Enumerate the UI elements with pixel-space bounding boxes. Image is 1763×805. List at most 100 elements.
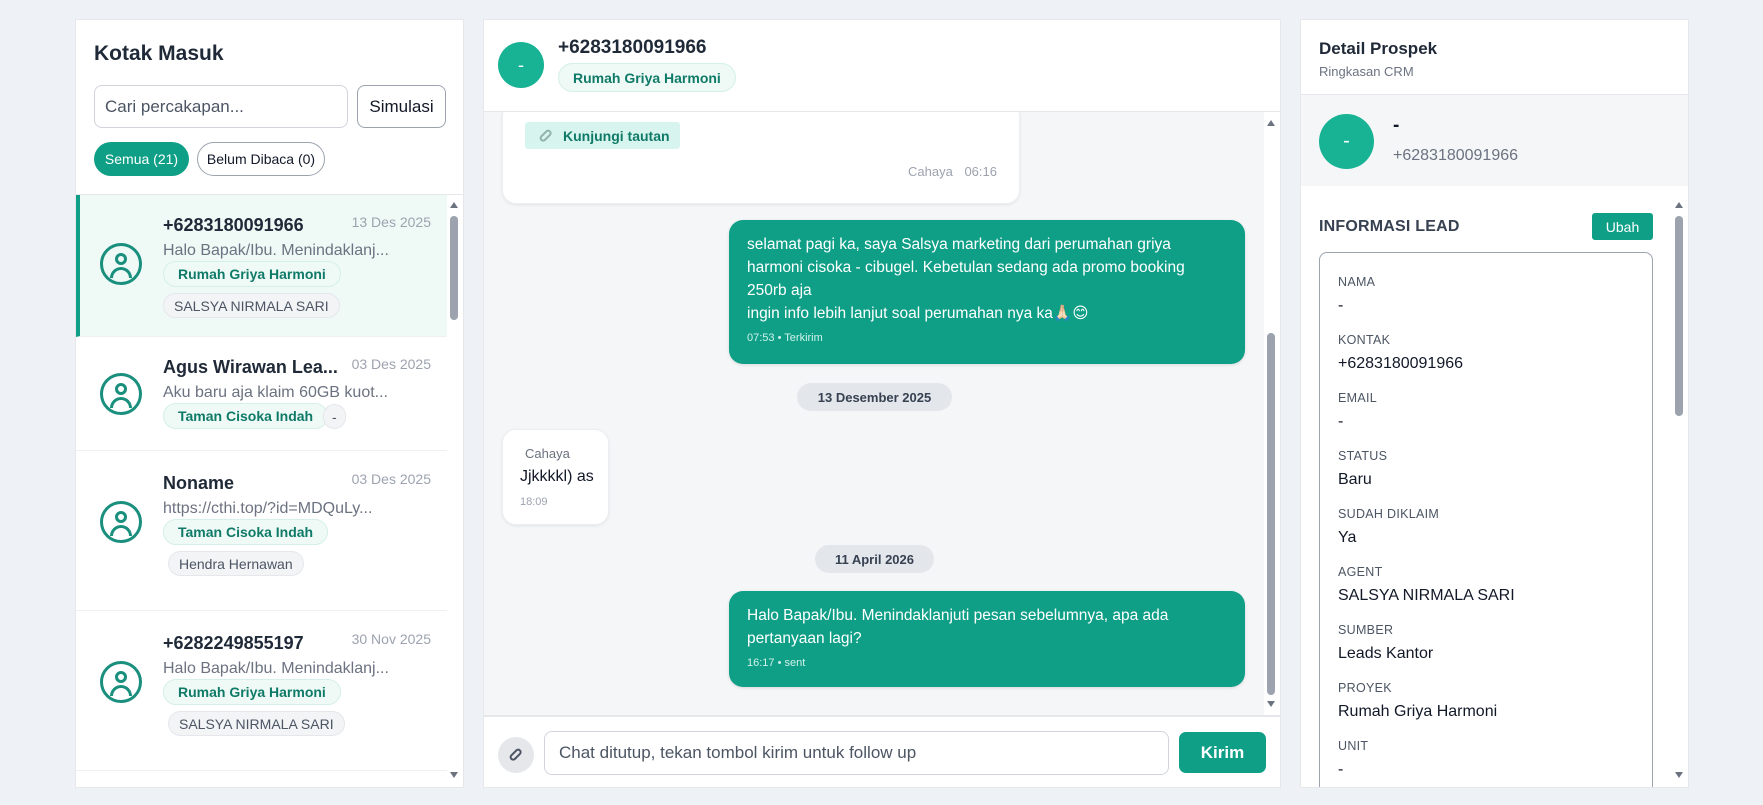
field-label: AGENT	[1338, 565, 1383, 579]
filter-all-tab[interactable]: Semua (21)	[94, 142, 189, 176]
conversation-name: +6282249855197	[163, 633, 304, 653]
message-composer: Kirim	[484, 715, 1280, 787]
conversation-item[interactable]: Agus Wirawan Lea... 03 Des 2025 Aku baru…	[76, 337, 447, 451]
outgoing-message: Halo Bapak/Ibu. Menindaklanjuti pesan se…	[729, 591, 1245, 687]
conversation-name: Agus Wirawan Lea...	[163, 357, 338, 377]
lead-name: -	[1393, 115, 1400, 136]
field-value: Baru	[1338, 471, 1372, 488]
lead-profile: - - +6283180091966	[1301, 94, 1688, 186]
outgoing-message: selamat pagi ka, saya Salsya marketing d…	[729, 220, 1245, 364]
field-value: Rumah Griya Harmoni	[1338, 703, 1498, 720]
visit-link-label: Kunjungi tautan	[563, 127, 670, 144]
conversation-date: 03 Des 2025	[351, 471, 431, 487]
incoming-message: Kunjungi tautan Cahaya 06:16	[502, 112, 1020, 204]
scroll-up-icon[interactable]	[1675, 202, 1683, 208]
scrollbar-thumb[interactable]	[450, 216, 458, 320]
project-tag: Taman Cisoka Indah	[163, 519, 329, 545]
message-meta: 07:53 • Terkirim	[747, 332, 823, 344]
scrollbar-thumb[interactable]	[1675, 216, 1683, 416]
detail-scrollbar[interactable]	[1674, 202, 1684, 787]
conversation-preview: https://cthi.top/?id=MDQuLy...	[163, 500, 373, 517]
lead-info-card: NAMA - KONTAK +6283180091966 EMAIL - STA…	[1319, 252, 1653, 787]
field-label: PROYEK	[1338, 681, 1392, 695]
conversation-preview: Aku baru aja klaim 60GB kuot...	[163, 384, 388, 401]
agent-tag: -	[323, 404, 346, 429]
scroll-down-icon[interactable]	[1675, 772, 1683, 778]
field-label: NAMA	[1338, 275, 1376, 289]
user-avatar-icon	[100, 501, 142, 543]
message-text: selamat pagi ka, saya Salsya marketing d…	[747, 236, 1185, 322]
lead-info-heading: INFORMASI LEAD	[1319, 218, 1460, 235]
lead-detail-panel: Detail Prospek Ringkasan CRM - - +628318…	[1300, 19, 1689, 788]
agent-tag: SALSYA NIRMALA SARI	[163, 293, 340, 318]
conversation-name: +6283180091966	[163, 215, 304, 235]
scrollbar-thumb[interactable]	[1267, 333, 1275, 695]
project-tag: Rumah Griya Harmoni	[163, 261, 341, 287]
conversation-scrollbar[interactable]	[449, 202, 459, 787]
lead-phone: +6283180091966	[1393, 147, 1519, 164]
agent-tag: Hendra Hernawan	[168, 551, 304, 576]
edit-button[interactable]: Ubah	[1592, 213, 1653, 240]
chat-header: - +6283180091966 Rumah Griya Harmoni	[484, 20, 1280, 112]
conversation-name: Noname	[163, 473, 235, 493]
field-label: SUMBER	[1338, 623, 1394, 637]
conversation-item[interactable]: +6283180091966 13 Des 2025 Halo Bapak/Ib…	[76, 195, 447, 337]
visit-link-button[interactable]: Kunjungi tautan	[525, 122, 680, 149]
incoming-message: Cahaya Jjkkkkl) as 18:09	[502, 429, 609, 525]
scroll-up-icon[interactable]	[450, 202, 458, 208]
date-separator: 11 April 2026	[815, 545, 934, 573]
message-sender: Cahaya	[525, 446, 570, 461]
scroll-up-icon[interactable]	[1267, 120, 1275, 126]
scroll-down-icon[interactable]	[450, 772, 458, 778]
field-value: Leads Kantor	[1338, 645, 1434, 662]
field-value: -	[1338, 761, 1344, 778]
field-label: EMAIL	[1338, 391, 1378, 405]
message-time: 06:16	[964, 164, 997, 179]
field-value: +6283180091966	[1338, 355, 1464, 372]
field-label: STATUS	[1338, 449, 1388, 463]
send-button[interactable]: Kirim	[1179, 732, 1266, 773]
project-badge: Rumah Griya Harmoni	[558, 63, 736, 92]
paperclip-icon	[506, 745, 526, 765]
field-value: -	[1338, 297, 1344, 314]
scroll-down-icon[interactable]	[1267, 701, 1275, 707]
inbox-panel: Kotak Masuk Simulasi Semua (21) Belum Di…	[75, 19, 464, 788]
field-label: KONTAK	[1338, 333, 1391, 347]
conversation-preview: Halo Bapak/Ibu. Menindaklanj...	[163, 660, 389, 677]
field-value: SALSYA NIRMALA SARI	[1338, 587, 1515, 604]
contact-phone: +6283180091966	[558, 37, 707, 58]
conversation-date: 30 Nov 2025	[351, 631, 431, 647]
field-value: -	[1338, 413, 1344, 430]
message-thread: Kunjungi tautan Cahaya 06:16 selamat pag…	[484, 112, 1264, 715]
field-label: UNIT	[1338, 739, 1369, 753]
project-tag: Taman Cisoka Indah	[163, 403, 329, 429]
conversation-date: 13 Des 2025	[351, 214, 431, 230]
conversation-date: 03 Des 2025	[351, 356, 431, 372]
message-input[interactable]	[544, 731, 1169, 775]
inbox-title: Kotak Masuk	[94, 42, 224, 65]
field-value: Ya	[1338, 529, 1357, 546]
detail-subtitle: Ringkasan CRM	[1319, 64, 1414, 79]
attach-button[interactable]	[498, 737, 534, 773]
filter-unread-tab[interactable]: Belum Dibaca (0)	[197, 142, 325, 176]
contact-avatar: -	[498, 42, 544, 88]
message-time: 18:09	[520, 496, 548, 508]
user-avatar-icon	[100, 373, 142, 415]
conversation-item[interactable]: +6282249855197 30 Nov 2025 Halo Bapak/Ib…	[76, 611, 447, 771]
chat-panel: - +6283180091966 Rumah Griya Harmoni Kun…	[483, 19, 1281, 788]
agent-tag: SALSYA NIRMALA SARI	[168, 711, 345, 736]
conversation-list: +6283180091966 13 Des 2025 Halo Bapak/Ib…	[76, 195, 447, 787]
message-text: Halo Bapak/Ibu. Menindaklanjuti pesan se…	[747, 607, 1169, 647]
chat-scrollbar[interactable]	[1266, 116, 1276, 711]
project-tag: Rumah Griya Harmoni	[163, 679, 341, 705]
message-sender: Cahaya	[908, 164, 953, 179]
field-label: SUDAH DIKLAIM	[1338, 507, 1440, 521]
search-input[interactable]	[94, 85, 348, 128]
conversation-item[interactable]: Noname 03 Des 2025 https://cthi.top/?id=…	[76, 451, 447, 611]
paperclip-icon	[536, 126, 556, 146]
detail-title: Detail Prospek	[1319, 39, 1438, 58]
message-text: Jjkkkkl) as	[520, 468, 594, 485]
date-separator: 13 Desember 2025	[797, 383, 952, 411]
simulate-button[interactable]: Simulasi	[357, 85, 446, 128]
user-avatar-icon	[100, 243, 142, 285]
